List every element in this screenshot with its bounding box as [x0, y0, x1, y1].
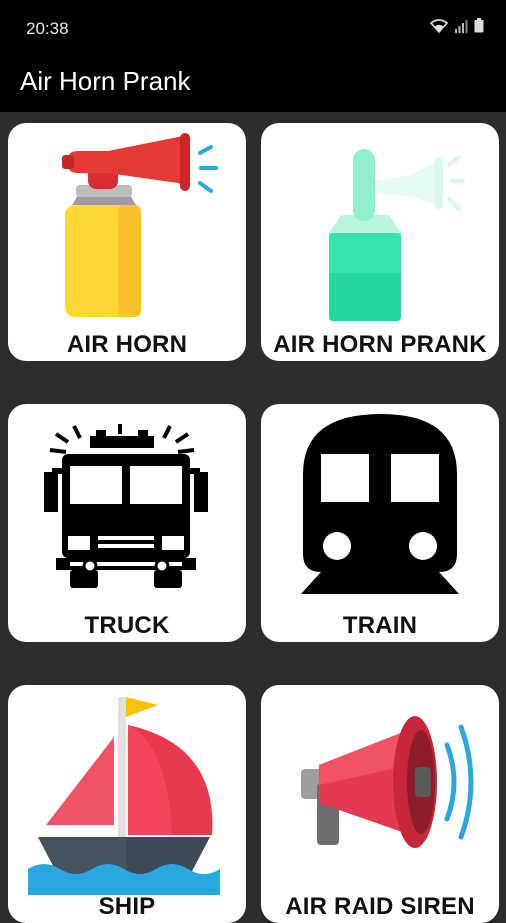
battery-icon — [474, 18, 484, 33]
sound-card-label: TRUCK — [84, 612, 170, 639]
sound-card-train[interactable]: TRAIN — [261, 404, 499, 642]
sound-card-air-horn-prank[interactable]: AIR HORN PRANK — [261, 123, 499, 361]
sound-card-air-raid-siren[interactable]: AIR RAID SIREN — [261, 685, 499, 923]
sailboat-icon — [28, 697, 220, 895]
page-title: Air Horn Prank — [20, 66, 191, 96]
sound-card-label: AIR HORN — [66, 331, 188, 358]
signal-icon — [455, 19, 468, 33]
app-bar: Air Horn Prank — [0, 56, 506, 112]
sound-card-label: TRAIN — [342, 612, 418, 639]
air-horn-icon — [62, 133, 218, 317]
status-time: 20:38 — [26, 19, 69, 38]
fire-truck-icon — [44, 424, 208, 588]
wifi-icon — [430, 18, 448, 33]
status-bar: 20:38 — [0, 0, 506, 56]
sound-card-air-horn[interactable]: AIR HORN — [8, 123, 246, 361]
sound-card-label: AIR RAID SIREN — [285, 893, 475, 920]
sound-card-label: AIR HORN PRANK — [273, 331, 487, 358]
train-icon — [301, 414, 459, 594]
system-icons — [430, 18, 484, 33]
air-horn-prank-icon — [329, 149, 465, 321]
sound-grid: AIR HORN AIR HORN PRANK TRUCK TRAIN SHIP… — [0, 112, 506, 923]
sound-card-label: SHIP — [98, 893, 156, 920]
sound-card-ship[interactable]: SHIP — [8, 685, 246, 923]
megaphone-siren-icon — [301, 716, 474, 848]
sound-card-truck[interactable]: TRUCK — [8, 404, 246, 642]
